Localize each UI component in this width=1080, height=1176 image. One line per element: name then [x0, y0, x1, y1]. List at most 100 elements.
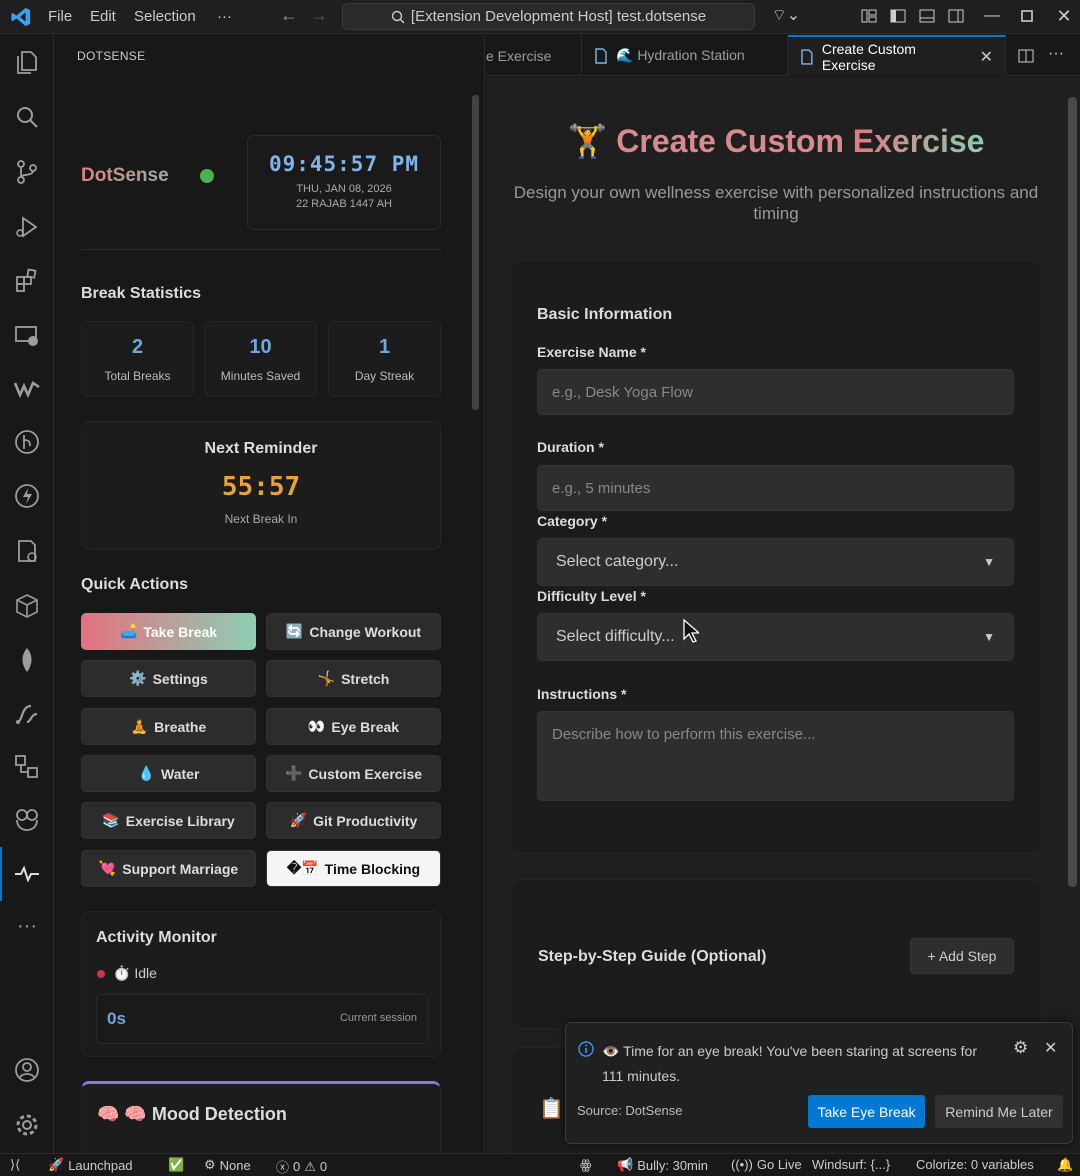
instructions-label: Instructions *: [537, 686, 627, 702]
bully-timer-item[interactable]: 📢 Bully: 30min: [617, 1157, 708, 1173]
take-break-button[interactable]: 🛋️ Take Break: [81, 613, 256, 650]
change-workout-button[interactable]: 🔄 Change Workout: [266, 613, 441, 650]
remote-explorer-icon[interactable]: [13, 322, 41, 350]
extensions-icon[interactable]: [13, 267, 41, 295]
containers-icon[interactable]: [13, 592, 41, 620]
settings-button[interactable]: ⚙️ Settings: [81, 660, 256, 697]
active-indicator: [0, 847, 2, 901]
colorize-status[interactable]: Colorize: 0 variables: [916, 1157, 1034, 1172]
close-window-icon[interactable]: ✕: [1055, 7, 1073, 25]
account-icon[interactable]: [13, 1056, 41, 1084]
page-subtitle: Design your own wellness exercise with p…: [513, 183, 1039, 223]
testing-icon[interactable]: [13, 537, 41, 565]
breathe-button[interactable]: 🧘 Breathe: [81, 708, 256, 745]
clock-hijri-date: 22 RAJAB 1447 AH: [295, 198, 392, 210]
droplet-icon: 💧: [137, 765, 156, 781]
notification-source: Source: DotSense: [577, 1103, 683, 1118]
menu-more[interactable]: ···: [217, 8, 232, 25]
explorer-icon[interactable]: [13, 48, 41, 76]
notifications-bell-icon[interactable]: 🔔: [1057, 1157, 1073, 1173]
button-label: Change Workout: [309, 623, 422, 640]
support-marriage-button[interactable]: 💘 Support Marriage: [81, 850, 256, 887]
go-live-item[interactable]: ((•)) Go Live: [731, 1157, 802, 1172]
tab-exercise[interactable]: e Exercise: [486, 35, 582, 76]
remote-indicator-icon[interactable]: ⟩⟨: [10, 1157, 20, 1173]
toggle-sidebar-icon[interactable]: [889, 7, 907, 25]
eye-break-button[interactable]: 👀 Eye Break: [266, 708, 441, 745]
remind-me-later-button[interactable]: Remind Me Later: [935, 1095, 1063, 1128]
toggle-secondary-sidebar-icon[interactable]: [947, 7, 965, 25]
git-graph-icon[interactable]: [13, 428, 41, 456]
network-icon[interactable]: [13, 700, 41, 728]
sidebar-title: DOTSENSE: [77, 49, 146, 63]
more-icon[interactable]: ···: [13, 915, 41, 943]
session-box: 0s Current session: [96, 994, 428, 1044]
source-control-icon[interactable]: [13, 158, 41, 186]
minimize-icon[interactable]: —: [983, 7, 1001, 25]
search-text: [Extension Development Host] test.dotsen…: [410, 8, 707, 25]
copilot-icon[interactable]: [13, 806, 41, 834]
mongodb-leaf-icon[interactable]: [13, 646, 41, 674]
category-label: Category *: [537, 513, 608, 529]
sidebar-scrollbar[interactable]: [472, 95, 479, 410]
notification-settings-gear-icon[interactable]: ⚙: [1013, 1038, 1028, 1058]
add-step-button[interactable]: + Add Step: [910, 938, 1014, 974]
difficulty-select[interactable]: Select difficulty... ▼: [537, 613, 1014, 661]
close-tab-icon[interactable]: ✕: [980, 47, 993, 67]
eyes-icon: 👀: [307, 718, 326, 734]
time-blocking-button[interactable]: �📅 Time Blocking: [266, 850, 441, 887]
editor-scrollbar[interactable]: [1068, 97, 1077, 887]
button-label: Breathe: [154, 718, 207, 735]
notification-close-icon[interactable]: ✕: [1044, 1038, 1057, 1058]
copilot-status-icon[interactable]: ꙮ: [580, 1157, 591, 1173]
customize-layout-icon[interactable]: [860, 7, 878, 25]
windsurf-icon[interactable]: [13, 375, 41, 403]
exercise-name-input[interactable]: e.g., Desk Yoga Flow: [537, 369, 1014, 415]
stretch-button[interactable]: 🤸 Stretch: [266, 660, 441, 697]
clock-time: 09:45:57 PM: [268, 152, 420, 176]
dotsense-pulse-icon[interactable]: [13, 860, 41, 888]
bully-label: Bully: 30min: [637, 1157, 708, 1173]
chevron-down-icon: ▼: [983, 555, 995, 569]
duration-input[interactable]: e.g., 5 minutes: [537, 465, 1014, 511]
copilot-chat-icon[interactable]: ⌔⌄: [769, 7, 803, 25]
maximize-icon[interactable]: [1018, 7, 1036, 25]
eye-break-notification: 👁️ Time for an eye break! You've been st…: [565, 1022, 1073, 1144]
take-eye-break-button[interactable]: Take Eye Break: [808, 1095, 925, 1128]
water-button[interactable]: 💧 Water: [81, 755, 256, 792]
couch-icon: 🛋️: [119, 623, 138, 639]
windsurf-status[interactable]: Windsurf: {...}: [812, 1157, 890, 1172]
back-arrow-icon[interactable]: ←: [280, 5, 298, 26]
custom-exercise-button[interactable]: ➕ Custom Exercise: [266, 755, 441, 792]
profile-label: None: [219, 1157, 251, 1173]
tab-create-custom-exercise[interactable]: Create Custom Exercise ✕: [788, 35, 1006, 76]
lightning-icon[interactable]: [13, 482, 41, 510]
profile-item[interactable]: ⚙ None: [204, 1157, 251, 1173]
stat-value: 2: [131, 336, 144, 358]
git-productivity-button[interactable]: 🚀 Git Productivity: [266, 802, 441, 839]
category-select[interactable]: Select category... ▼: [537, 538, 1014, 586]
editor-more-icon[interactable]: ···: [1048, 45, 1064, 63]
forward-arrow-icon[interactable]: →: [310, 5, 328, 26]
calendar-icon: �📅: [286, 860, 319, 876]
menu-file[interactable]: File: [48, 8, 72, 25]
split-editor-icon[interactable]: [1017, 47, 1035, 65]
check-status-icon[interactable]: ✅: [168, 1157, 184, 1173]
instructions-textarea[interactable]: Describe how to perform this exercise...: [537, 711, 1014, 801]
settings-gear-icon[interactable]: [13, 1111, 41, 1139]
command-center-search[interactable]: [Extension Development Host] test.dotsen…: [342, 3, 755, 30]
structure-icon[interactable]: [13, 753, 41, 781]
problems-item[interactable]: ⓧ 0 ⚠ 0: [276, 1157, 327, 1176]
search-icon[interactable]: [13, 103, 41, 131]
tab-hydration-station[interactable]: 🌊 Hydration Station: [582, 35, 788, 76]
run-debug-icon[interactable]: [13, 213, 41, 241]
exercise-library-button[interactable]: 📚 Exercise Library: [81, 802, 256, 839]
stretch-icon: 🤸: [317, 670, 336, 686]
menu-edit[interactable]: Edit: [90, 8, 116, 25]
chevron-down-icon: ▼: [983, 630, 995, 644]
launchpad-item[interactable]: 🚀 Launchpad: [48, 1157, 133, 1173]
plus-icon: ➕: [284, 765, 303, 781]
toggle-panel-icon[interactable]: [918, 7, 936, 25]
stat-value: 10: [249, 336, 272, 358]
menu-selection[interactable]: Selection: [134, 8, 196, 25]
